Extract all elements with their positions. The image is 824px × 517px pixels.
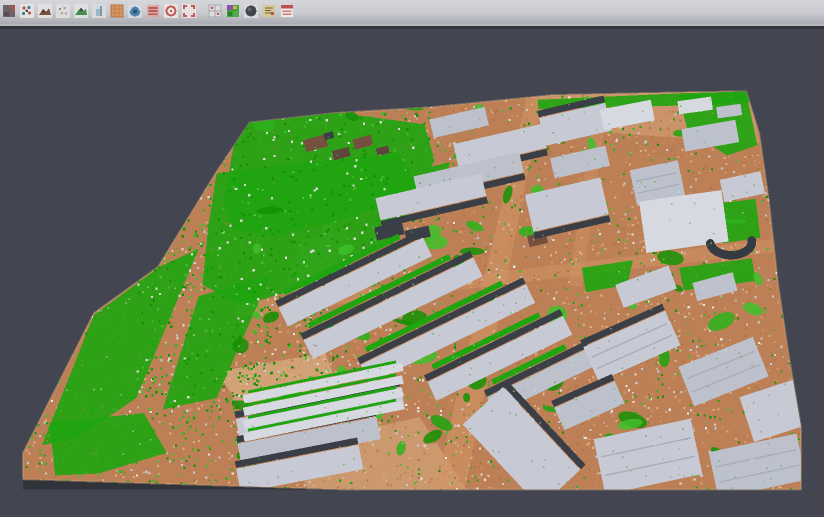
toolbar-icons bbox=[0, 0, 294, 18]
globe-icon[interactable] bbox=[128, 3, 142, 18]
selection-bounds-icon[interactable] bbox=[182, 3, 196, 18]
dem-surface-icon[interactable] bbox=[74, 3, 88, 18]
shaded-sphere-icon[interactable] bbox=[244, 3, 258, 18]
grid-markers-icon[interactable] bbox=[208, 3, 222, 18]
align-points-icon[interactable] bbox=[20, 3, 34, 18]
application-window bbox=[0, 0, 824, 517]
open-file-icon[interactable] bbox=[2, 3, 16, 18]
notes-icon[interactable] bbox=[262, 3, 276, 18]
layers-icon[interactable] bbox=[146, 3, 160, 18]
clear-view-icon[interactable] bbox=[280, 3, 294, 18]
mesh-terrain-icon[interactable] bbox=[38, 3, 52, 18]
ortho-tile-icon[interactable] bbox=[110, 3, 124, 18]
classification-view-icon[interactable] bbox=[226, 3, 240, 18]
sparse-points-icon[interactable] bbox=[56, 3, 70, 18]
target-region-icon[interactable] bbox=[164, 3, 178, 18]
building-model-icon[interactable] bbox=[92, 3, 106, 18]
viewport-3d[interactable] bbox=[0, 29, 824, 517]
toolbar bbox=[0, 0, 824, 24]
point-cloud-scene[interactable] bbox=[0, 29, 824, 517]
